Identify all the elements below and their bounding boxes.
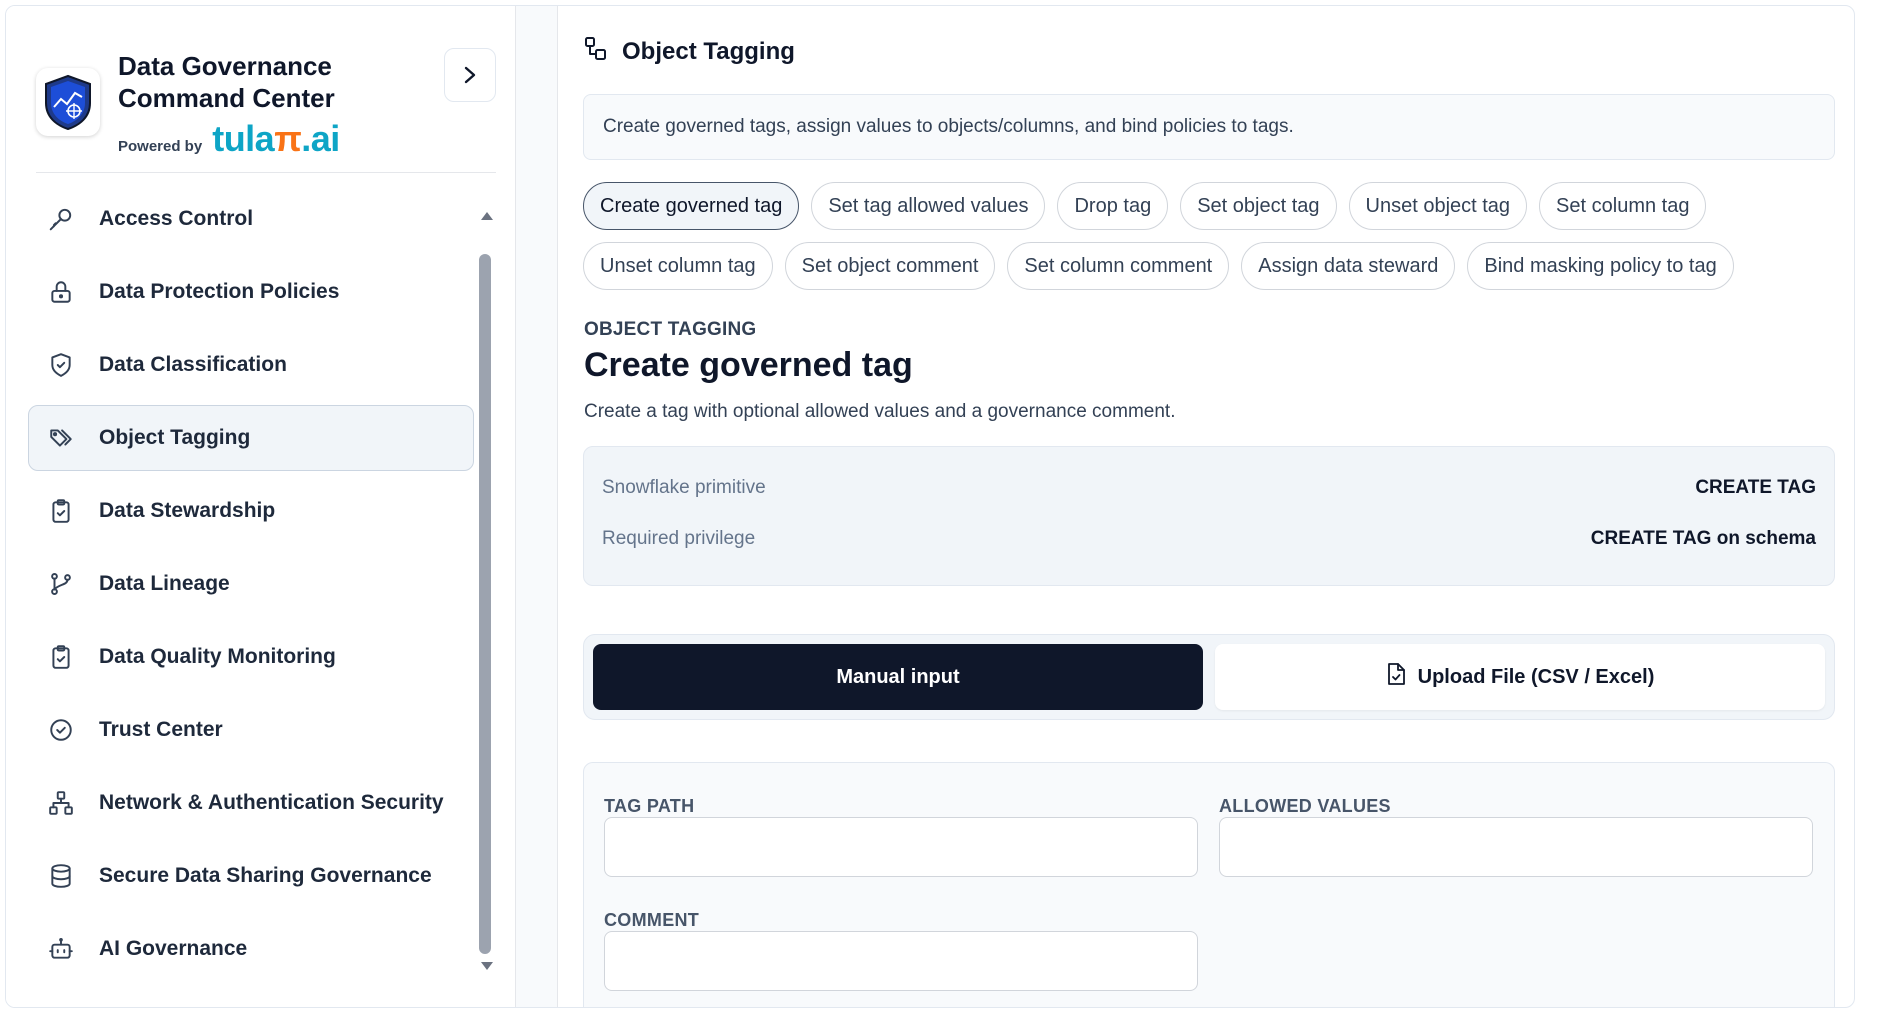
allowed-values-input[interactable] — [1219, 817, 1813, 877]
object-group-icon — [584, 36, 608, 67]
sidebar-item-label: Trust Center — [99, 718, 223, 741]
sidebar-item-object-tagging[interactable]: Object Tagging — [28, 405, 474, 471]
app-title-line1: Data Governance — [118, 51, 332, 81]
tag-form: TAG PATH ALLOWED VALUES COMMENT — [583, 762, 1835, 1007]
lock-icon — [47, 278, 75, 306]
page-title: Create governed tag — [584, 346, 913, 384]
sidebar-item-label: Secure Data Sharing Governance — [99, 864, 432, 887]
chip-row: Unset column tag Set object comment Set … — [583, 242, 1843, 290]
input-mode-tabs: Manual input Upload File (CSV / Excel) — [583, 634, 1835, 720]
brand-header: Data Governance Command Center Powered b… — [36, 40, 496, 159]
section-title: Object Tagging — [622, 37, 795, 65]
section-eyebrow: OBJECT TAGGING — [584, 319, 757, 340]
chip-set-column-tag[interactable]: Set column tag — [1539, 182, 1707, 230]
sidebar-item-data-lineage[interactable]: Data Lineage — [28, 551, 474, 617]
sidebar-item-label: Data Lineage — [99, 572, 230, 595]
chip-set-column-comment[interactable]: Set column comment — [1007, 242, 1230, 290]
sidebar-item-label: Data Stewardship — [99, 499, 276, 522]
tab-upload-file[interactable]: Upload File (CSV / Excel) — [1215, 644, 1825, 710]
file-upload-icon — [1386, 662, 1406, 692]
chip-set-object-comment[interactable]: Set object comment — [784, 242, 996, 290]
app-window: Data Governance Command Center Powered b… — [5, 5, 1855, 1008]
tulapi-logo-b: .ai — [301, 118, 340, 159]
sidebar-item-data-stewardship[interactable]: Data Stewardship — [28, 478, 474, 544]
sidebar-item-label: Data Protection Policies — [99, 280, 340, 303]
chip-bind-masking-policy-to-tag[interactable]: Bind masking policy to tag — [1467, 242, 1734, 290]
operation-info-panel: Snowflake primitive CREATE TAG Required … — [583, 446, 1835, 586]
chip-drop-tag[interactable]: Drop tag — [1057, 182, 1169, 230]
primitive-label: Snowflake primitive — [602, 477, 766, 498]
privilege-label: Required privilege — [602, 528, 756, 549]
chip-unset-object-tag[interactable]: Unset object tag — [1348, 182, 1528, 230]
app-title: Data Governance Command Center — [118, 50, 335, 114]
sidebar-item-label: Network & Authentication Security — [99, 791, 444, 814]
tulapi-logo: tulaπ.ai — [212, 118, 340, 160]
divider — [36, 172, 496, 173]
sidebar-item-label: Access Control — [99, 207, 254, 230]
sidebar-item-secure-data-sharing-governance[interactable]: Secure Data Sharing Governance — [28, 843, 474, 909]
privilege-value: CREATE TAG on schema — [1590, 528, 1816, 549]
comment-input[interactable] — [604, 931, 1198, 991]
chip-create-governed-tag[interactable]: Create governed tag — [583, 182, 800, 230]
sidebar-item-trust-center[interactable]: Trust Center — [28, 697, 474, 763]
chip-set-object-tag[interactable]: Set object tag — [1180, 182, 1337, 230]
info-row-primitive: Snowflake primitive CREATE TAG — [602, 477, 1816, 499]
chip-row: Create governed tag Set tag allowed valu… — [583, 182, 1843, 230]
sidebar-item-data-classification[interactable]: Data Classification — [28, 332, 474, 398]
tab-label: Manual input — [836, 665, 960, 688]
chip-unset-column-tag[interactable]: Unset column tag — [583, 242, 773, 290]
scroll-down-arrow[interactable] — [481, 962, 493, 970]
panel-gutter — [516, 6, 558, 1007]
section-header: Object Tagging — [584, 36, 795, 67]
chip-assign-data-steward[interactable]: Assign data steward — [1241, 242, 1456, 290]
key-icon — [47, 205, 75, 233]
tags-icon — [47, 424, 75, 452]
shield-logo-icon — [36, 68, 100, 136]
sidebar-item-data-protection-policies[interactable]: Data Protection Policies — [28, 259, 474, 325]
tab-manual-input[interactable]: Manual input — [593, 644, 1203, 710]
operation-chips: Create governed tag Set tag allowed valu… — [583, 182, 1843, 302]
section-description: Create governed tags, assign values to o… — [583, 94, 1835, 160]
allowed-values-label: ALLOWED VALUES — [1219, 796, 1391, 816]
clipboard-check-icon — [47, 643, 75, 671]
sidebar-item-ai-governance[interactable]: AI Governance — [28, 916, 474, 982]
check-circle-icon — [47, 716, 75, 744]
info-row-privilege: Required privilege CREATE TAG on schema — [602, 528, 1816, 550]
tag-path-input[interactable] — [604, 817, 1198, 877]
sidebar-item-network-authentication-security[interactable]: Network & Authentication Security — [28, 770, 474, 836]
tag-path-label: TAG PATH — [604, 796, 695, 816]
sidebar-nav: Access Control Data Protection Policies … — [28, 186, 474, 989]
git-branch-icon — [47, 570, 75, 598]
chip-set-tag-allowed-values[interactable]: Set tag allowed values — [811, 182, 1046, 230]
network-icon — [47, 789, 75, 817]
sidebar: Data Governance Command Center Powered b… — [6, 6, 516, 1007]
sidebar-item-data-quality-monitoring[interactable]: Data Quality Monitoring — [28, 624, 474, 690]
chevron-right-icon — [464, 66, 476, 84]
page-subtitle: Create a tag with optional allowed value… — [584, 401, 1176, 422]
tulapi-logo-a: tula — [212, 118, 275, 159]
primitive-value: CREATE TAG — [1695, 477, 1816, 498]
tulapi-logo-pi: π — [274, 118, 302, 159]
database-icon — [47, 862, 75, 890]
sidebar-item-label: Object Tagging — [99, 426, 251, 449]
collapse-sidebar-button[interactable] — [444, 48, 496, 102]
clipboard-check-icon — [47, 497, 75, 525]
shield-check-icon — [47, 351, 75, 379]
sidebar-scrollbar[interactable] — [479, 254, 491, 954]
powered-by-label: Powered by — [118, 138, 203, 155]
app-title-line2: Command Center — [118, 83, 335, 113]
powered-by: Powered by tulaπ.ai — [118, 118, 340, 160]
scroll-up-arrow[interactable] — [481, 212, 493, 220]
sidebar-item-label: AI Governance — [99, 937, 248, 960]
sidebar-item-label: Data Classification — [99, 353, 287, 376]
bot-icon — [47, 935, 75, 963]
tab-label: Upload File (CSV / Excel) — [1417, 665, 1655, 688]
sidebar-item-access-control[interactable]: Access Control — [28, 186, 474, 252]
sidebar-item-label: Data Quality Monitoring — [99, 645, 336, 668]
main-content: Object Tagging Create governed tags, ass… — [559, 6, 1854, 1007]
comment-label: COMMENT — [604, 910, 700, 930]
